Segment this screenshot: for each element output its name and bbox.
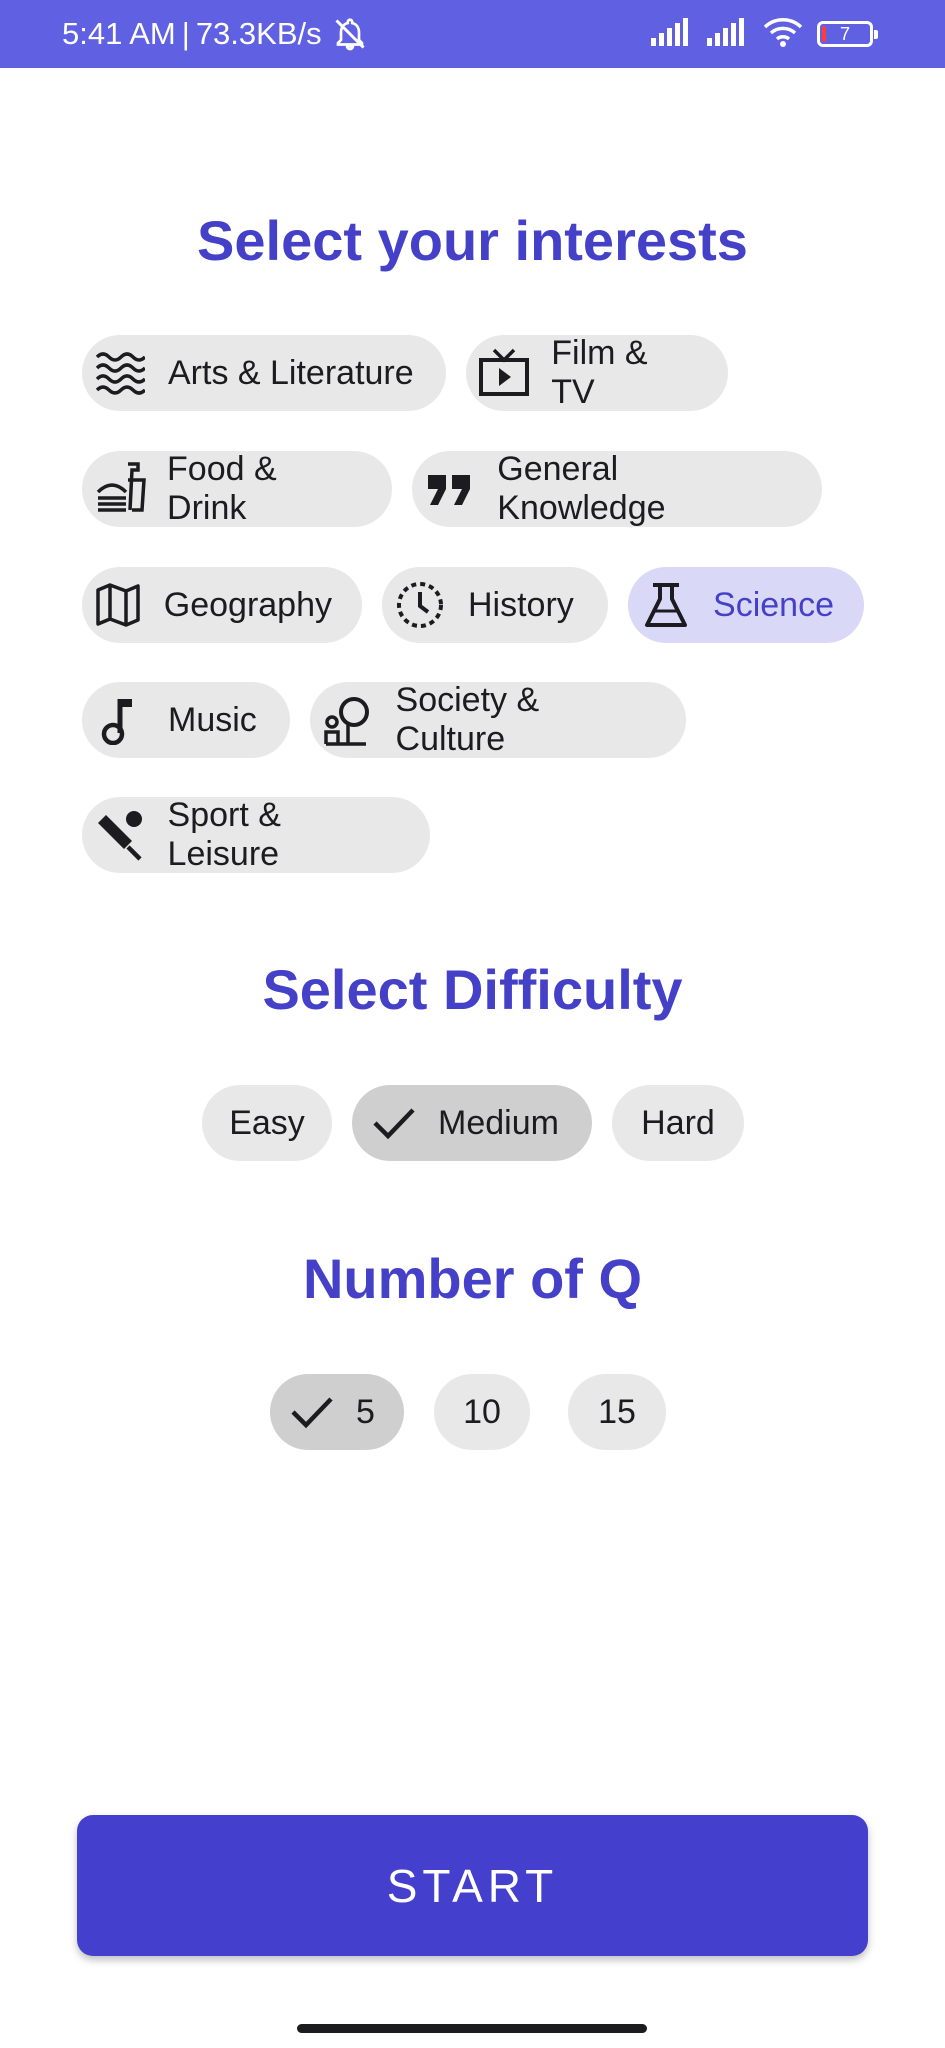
wifi-icon [763,17,803,52]
society-icon [320,692,376,748]
flask-icon [638,577,693,633]
chip-hard[interactable]: Hard [612,1085,744,1161]
bell-off-icon [332,16,368,52]
fastfood-icon [92,461,147,517]
chip-questions-10[interactable]: 10 [434,1374,530,1450]
chip-label: Arts & Literature [168,353,414,392]
chip-geography[interactable]: Geography [82,567,362,643]
difficulty-title: Select Difficulty [262,958,683,1021]
music-note-icon [92,692,148,748]
chip-science[interactable]: Science [628,567,864,643]
chip-label: 5 [356,1392,375,1431]
chip-questions-5[interactable]: 5 [270,1374,404,1450]
chip-label: 15 [598,1392,636,1431]
chip-food-drink[interactable]: Food & Drink [82,450,392,527]
quote-icon [422,461,477,517]
chip-history[interactable]: History [382,567,608,643]
chip-label: Easy [229,1103,305,1142]
chip-label: Hard [641,1103,715,1142]
map-icon [92,577,144,633]
chip-label: Science [713,585,834,624]
status-right: 7 [651,0,878,68]
battery-icon: 7 [817,21,878,47]
history-clock-icon [392,577,448,633]
chip-label: Music [168,700,257,739]
check-icon [366,1095,422,1151]
status-separator: | [181,16,190,51]
chip-label: Food & Drink [167,450,277,527]
waves-icon [92,345,148,401]
chip-general-knowledge[interactable]: General Knowledge [412,450,822,527]
status-time: 5:41 AM [62,16,176,51]
battery-level: 7 [839,23,850,44]
chip-label: History [468,585,574,624]
battery-fill [822,26,826,42]
chip-music[interactable]: Music [82,682,290,758]
status-left: 5:41 AM | 73.3KB/s [62,0,368,68]
tv-icon [476,345,531,401]
network-speed: 73.3KB/s [195,16,322,51]
chip-film-tv[interactable]: Film & TV [466,334,728,411]
chip-label: Medium [438,1103,559,1142]
start-button[interactable]: START [77,1815,868,1956]
interests-title: Select your interests [197,209,748,272]
questions-title: Number of Q [302,1247,643,1310]
status-bar: 5:41 AM | 73.3KB/s 7 [0,0,945,68]
signal-icon [651,17,693,51]
chip-arts-literature[interactable]: Arts & Literature [82,335,446,411]
chip-label: Sport & Leisure [167,796,281,873]
chip-label: 10 [463,1392,501,1431]
check-icon [284,1384,340,1440]
signal-icon [707,17,749,51]
chip-sport-leisure[interactable]: Sport & Leisure [82,796,430,873]
chip-easy[interactable]: Easy [202,1085,332,1161]
chip-label: Geography [163,585,332,624]
chip-label: Society & Culture [395,681,540,758]
chip-label: General Knowledge [497,450,666,527]
cricket-icon [92,807,148,863]
home-indicator[interactable] [297,2024,647,2033]
chip-medium[interactable]: Medium [352,1085,592,1161]
chip-society-culture[interactable]: Society & Culture [310,681,686,758]
chip-label: Film & TV [551,334,648,411]
chip-questions-15[interactable]: 15 [568,1374,666,1450]
